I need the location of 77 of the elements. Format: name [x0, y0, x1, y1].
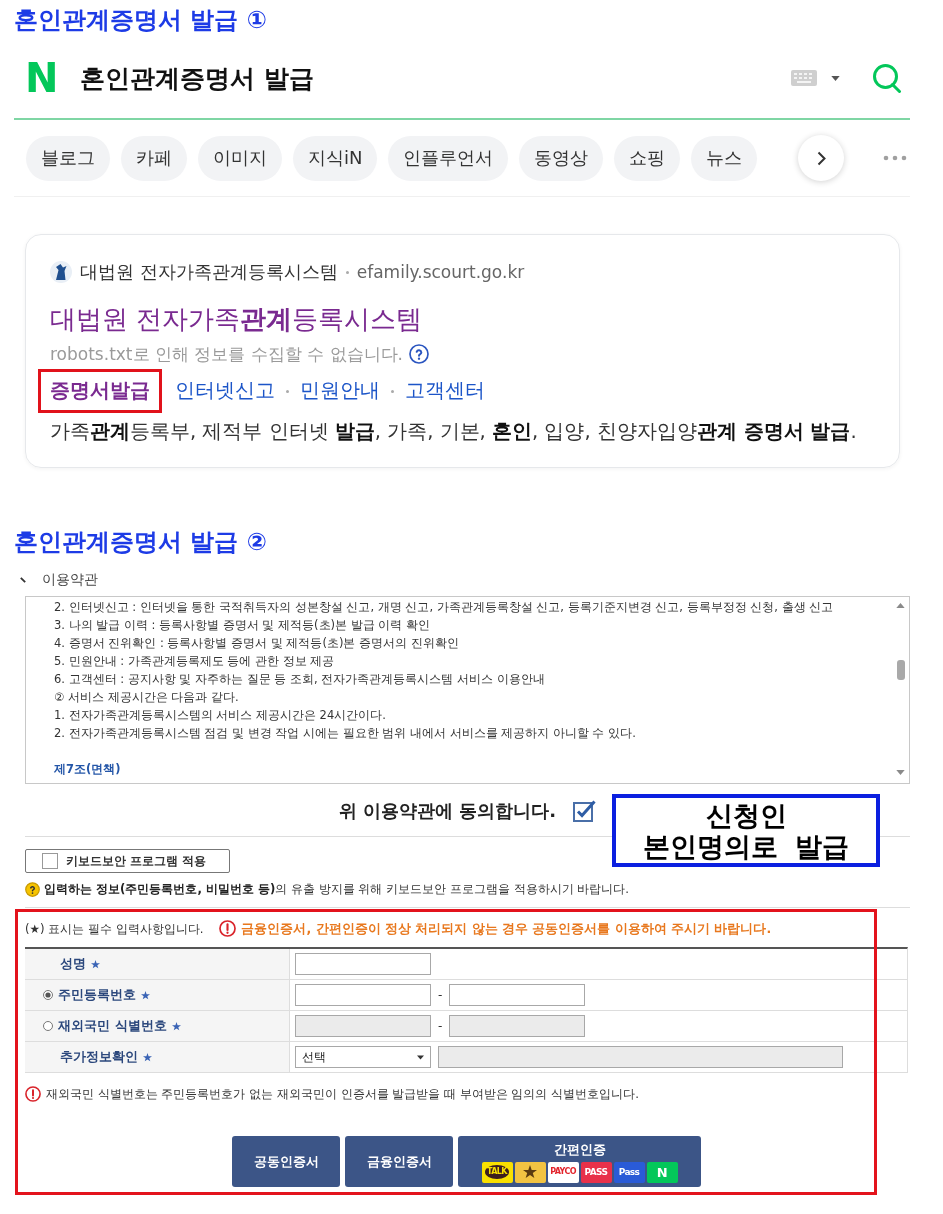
category-tab[interactable]: 뉴스 — [691, 135, 758, 181]
category-tab[interactable]: 지식iN — [293, 135, 378, 181]
terms-line: 4. 증명서 진위확인 : 등록사항별 증명서 및 제적등(초)본 증명서의 진위확인 — [54, 635, 459, 652]
site-name[interactable]: 대법원 전자가족관계등록시스템 — [80, 260, 338, 284]
caret-icon[interactable] — [831, 75, 840, 81]
section-heading: 혼인관계증명서 발급 ① — [14, 5, 268, 36]
alert-icon — [219, 920, 237, 937]
help-icon — [408, 344, 429, 364]
site-url[interactable]: efamily.scourt.go.kr — [356, 262, 525, 282]
category-tab[interactable]: 이미지 — [198, 135, 282, 181]
sitelink[interactable]: 인터넷신고 — [172, 369, 278, 413]
chevron-right-icon — [816, 150, 826, 166]
field-label: 재외국민 식별번호 — [58, 1017, 167, 1035]
provider-logo: N — [646, 1161, 678, 1183]
scroll-up-icon[interactable] — [896, 603, 905, 608]
provider-logo: PASS — [580, 1161, 612, 1183]
radio-button[interactable] — [43, 1021, 53, 1031]
keyboard-icon[interactable] — [791, 70, 817, 86]
provider-logo: TALK — [481, 1161, 513, 1183]
separator-text: - — [438, 988, 443, 1002]
select-field[interactable]: 선택 — [295, 1046, 431, 1068]
sitelink[interactable]: 민원안내 — [297, 369, 383, 413]
callout-text: 본인명의로 발급 — [642, 830, 850, 862]
provider-logo: Pass — [613, 1161, 645, 1183]
terms-heading: 제7조(면책) — [54, 761, 121, 778]
scroll-right-button[interactable] — [798, 135, 845, 181]
emblem-icon — [50, 261, 72, 283]
caret-icon[interactable] — [417, 1054, 424, 1060]
field-label: 성명 — [60, 955, 86, 973]
scroll-down-icon[interactable] — [896, 770, 905, 775]
agreement-label: 위 이용약관에 동의합니다. — [338, 799, 557, 823]
category-tab[interactable]: 블로그 — [26, 135, 110, 181]
result-title[interactable]: 대법원 전자가족관계등록시스템 — [50, 301, 423, 337]
search-input[interactable]: 혼인관계증명서 발급 — [80, 61, 791, 95]
category-tab[interactable]: 쇼핑 — [614, 135, 681, 181]
terms-title: 이용약관 — [42, 571, 98, 589]
notice-text: 입력하는 정보(주민등록번호, 비밀번호 등)의 유출 방지를 위해 키보드보안 프로그램을 적용하시기 바랍니다. — [44, 881, 630, 897]
terms-line: 2. 인터넷신고 : 인터넷을 통한 국적취득자의 성본창설 신고, 개명 신고, 가족관계등록창설 신고, 등록기준지변경 신고, 등록부정정 신청, 출생 신고 — [54, 599, 834, 616]
text-input[interactable] — [295, 984, 431, 1006]
text-input[interactable] — [295, 953, 431, 975]
bullet-icon — [20, 577, 26, 583]
warning-text: 금융인증서, 간편인증이 정상 처리되지 않는 경우 공동인증서를 이용하여 주시기 바랍니다. — [241, 920, 772, 937]
keyboard-security-button[interactable]: 키보드보안 프로그램 적용 — [25, 849, 230, 873]
checkbox[interactable] — [573, 800, 597, 822]
category-tab[interactable]: 인플루언서 — [388, 135, 509, 181]
field-label: 주민등록번호 — [58, 986, 136, 1004]
help-icon — [25, 881, 40, 897]
simple-auth-button[interactable]: 간편인증 TALK PAYCO PASS Pass N — [458, 1136, 701, 1187]
field-label: 추가정보확인 — [60, 1048, 138, 1066]
category-tab[interactable]: 카페 — [121, 135, 187, 181]
scrollbar-thumb[interactable] — [896, 660, 905, 680]
required-note: (★) 표시는 필수 입력사항입니다. — [25, 920, 204, 937]
section-heading: 혼인관계증명서 발급 ② — [14, 527, 268, 558]
notice-text: robots.txt로 인해 정보를 수집할 수 없습니다. — [50, 342, 403, 366]
more-icon[interactable] — [883, 155, 908, 161]
terms-line: ② 서비스 제공시간은 다음과 같다. — [54, 689, 239, 706]
callout-text: 신청인 — [705, 799, 787, 831]
terms-line: 2. 전자가족관계등록시스템 점검 및 변경 작업 시에는 필요한 범위 내에서 서비스를 제공하지 아니할 수 있다. — [54, 725, 636, 742]
radio-button[interactable] — [43, 990, 53, 1000]
certificate-button[interactable]: 공동인증서 — [232, 1136, 340, 1187]
text-input[interactable] — [449, 984, 586, 1006]
terms-line: 5. 민원안내 : 가족관계등록제도 등에 관한 정보 제공 — [54, 653, 335, 670]
sitelink[interactable]: 증명서발급 — [38, 369, 162, 413]
certificate-button[interactable]: 금융인증서 — [345, 1136, 453, 1187]
result-description: 가족관계등록부, 제적부 인터넷 발급, 가족, 기본, 혼인, 입양, 친양자입양관계 증명서 발급. — [50, 419, 857, 445]
provider-logo: PAYCO — [547, 1161, 579, 1183]
category-tab[interactable]: 동영상 — [519, 135, 604, 181]
star-logo-icon — [514, 1161, 546, 1183]
search-icon[interactable] — [872, 63, 902, 93]
separator-text: - — [438, 1019, 443, 1033]
terms-line: 3. 나의 발급 이력 : 등록사항별 증명서 및 제적등(초)본 발급 이력 확인 — [54, 617, 431, 634]
alert-icon — [25, 1086, 41, 1102]
checkbox[interactable] — [42, 853, 58, 869]
terms-line: 1. 전자가족관계등록시스템의 서비스 제공시간은 24시간이다. — [54, 707, 386, 724]
terms-line: 6. 고객센터 : 공지사항 및 자주하는 질문 등 조회, 전자가족관계등록시스템 서비스 이용안내 — [54, 671, 545, 688]
info-note: 재외국민 식별번호는 주민등록번호가 없는 재외국민이 인증서를 발급받을 때 부여받은 임의의 식별번호입니다. — [46, 1086, 639, 1102]
sitelink[interactable]: 고객센터 — [402, 369, 488, 413]
